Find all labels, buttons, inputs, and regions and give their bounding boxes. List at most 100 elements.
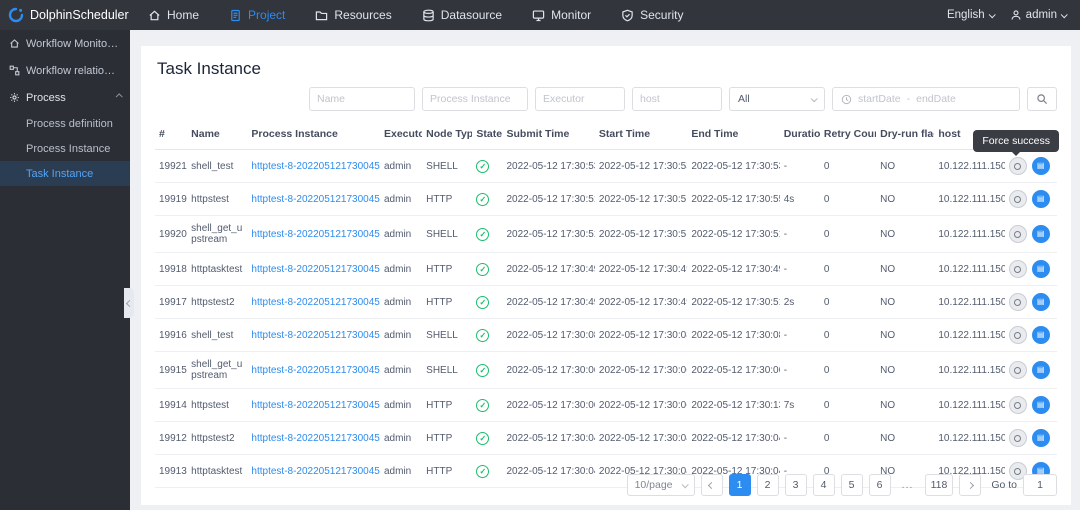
- view-log-button[interactable]: ▤: [1031, 326, 1050, 344]
- process-instance-filter-input[interactable]: [422, 87, 528, 111]
- process-instance-link[interactable]: httptest-8-20220512173004517: [247, 454, 380, 488]
- cell-state: ✓: [472, 149, 503, 183]
- nav-item-security[interactable]: Security: [621, 8, 683, 22]
- next-page-button[interactable]: [959, 474, 982, 496]
- process-instance-link[interactable]: httptest-8-20220512173004517: [247, 285, 380, 319]
- cell-end-time: 2022-05-12 17:30:06: [687, 351, 780, 389]
- cell-retry-count: 0: [819, 252, 877, 286]
- view-log-button[interactable]: ▤: [1031, 225, 1050, 243]
- force-success-button[interactable]: [1008, 260, 1027, 278]
- page-button-6[interactable]: 6: [868, 474, 891, 496]
- table-row: 19921 shell_test httptest-8-20220512173004…: [155, 149, 1057, 183]
- nav-item-resources[interactable]: Resources: [315, 8, 392, 22]
- row-operations: ▤: [1008, 157, 1050, 175]
- page-button-118[interactable]: 118: [924, 474, 954, 496]
- process-instance-link[interactable]: httptest-8-20220512173004517: [247, 318, 380, 352]
- cell-name: shell_test: [187, 318, 248, 352]
- view-log-button[interactable]: ▤: [1031, 396, 1050, 414]
- process-instance-link[interactable]: httptest-8-20220512173004517: [247, 252, 380, 286]
- sidebar-item-workflow-monitor[interactable]: Workflow Monitor - li_pr: [0, 30, 130, 57]
- user-menu[interactable]: admin: [1010, 9, 1068, 21]
- cell-end-time: 2022-05-12 17:30:51: [687, 215, 780, 253]
- row-operations: ▤: [1008, 326, 1050, 344]
- view-log-button[interactable]: ▤: [1031, 157, 1050, 175]
- goto-page-input[interactable]: [1023, 474, 1057, 496]
- sidebar-item-task-instance[interactable]: Task Instance: [0, 161, 130, 186]
- force-success-button[interactable]: [1008, 429, 1027, 447]
- topbar-right: English admin: [947, 9, 1080, 21]
- view-log-button[interactable]: ▤: [1031, 190, 1050, 208]
- nav-item-project[interactable]: Project: [229, 8, 285, 22]
- cell-end-time: 2022-05-12 17:30:13: [687, 388, 780, 422]
- cell-state: ✓: [472, 421, 503, 455]
- cell-submit-time: 2022-05-12 17:30:51: [502, 182, 595, 216]
- cell-start-time: 2022-05-12 17:30:53: [594, 149, 688, 183]
- state-filter-value: All: [738, 93, 750, 105]
- process-instance-link[interactable]: httptest-8-20220512173004517: [247, 215, 380, 253]
- sidebar-item-workflow-relationship[interactable]: Workflow relationship: [0, 57, 130, 84]
- state-filter-select[interactable]: All: [729, 87, 825, 111]
- monitor-icon: [532, 9, 545, 22]
- user-icon: [1010, 9, 1022, 21]
- nav-item-monitor[interactable]: Monitor: [532, 8, 591, 22]
- page-button-3[interactable]: 3: [784, 474, 807, 496]
- sidebar-item-process-instance[interactable]: Process Instance: [0, 136, 130, 161]
- cell-end-time: 2022-05-12 17:30:08: [687, 318, 780, 352]
- success-state-icon: ✓: [476, 464, 490, 478]
- cell-host: 10.122.111.150:123...: [934, 149, 1005, 183]
- page-ellipsis[interactable]: ...: [897, 474, 919, 496]
- executor-filter-input[interactable]: [535, 87, 625, 111]
- cell-operations: ▤: [1004, 252, 1057, 286]
- cell-host: 10.122.111.150:123...: [934, 182, 1005, 216]
- view-log-button[interactable]: ▤: [1031, 260, 1050, 278]
- nav-item-home[interactable]: Home: [148, 8, 199, 22]
- process-instance-link[interactable]: httptest-8-20220512173004517: [247, 351, 380, 389]
- process-instance-link[interactable]: httptest-8-20220512173004517: [247, 149, 380, 183]
- nav-item-datasource[interactable]: Datasource: [422, 8, 502, 22]
- end-date-placeholder: endDate: [916, 93, 956, 105]
- cell-retry-count: 0: [819, 285, 877, 319]
- date-range-picker[interactable]: startDate - endDate: [832, 87, 1020, 111]
- cell-duration: -: [779, 149, 820, 183]
- force-success-button[interactable]: [1008, 396, 1027, 414]
- cell-submit-time: 2022-05-12 17:30:53: [502, 149, 595, 183]
- force-success-button[interactable]: [1008, 293, 1027, 311]
- view-log-button[interactable]: ▤: [1031, 293, 1050, 311]
- name-filter-input[interactable]: [309, 87, 415, 111]
- cell-dry-run: NO: [876, 215, 935, 253]
- cell-end-time: 2022-05-12 17:30:04: [687, 421, 780, 455]
- page-button-2[interactable]: 2: [756, 474, 779, 496]
- page-button-5[interactable]: 5: [840, 474, 863, 496]
- sidebar-group-process[interactable]: Process: [0, 84, 130, 111]
- force-success-button[interactable]: [1008, 225, 1027, 243]
- language-switcher[interactable]: English: [947, 9, 996, 21]
- force-success-button[interactable]: [1008, 361, 1027, 379]
- view-log-button[interactable]: ▤: [1031, 429, 1050, 447]
- cell-start-time: 2022-05-12 17:30:06: [594, 351, 688, 389]
- page-button-1[interactable]: 1: [728, 474, 751, 496]
- page-button-4[interactable]: 4: [812, 474, 835, 496]
- page-size-select[interactable]: 10/page: [626, 474, 695, 496]
- cell-start-time: 2022-05-12 17:30:04: [594, 421, 688, 455]
- view-log-button[interactable]: ▤: [1031, 361, 1050, 379]
- host-filter-input[interactable]: [632, 87, 722, 111]
- search-button[interactable]: [1027, 87, 1057, 111]
- force-success-button[interactable]: [1008, 157, 1027, 175]
- prev-page-button[interactable]: [700, 474, 723, 496]
- process-instance-link[interactable]: httptest-8-20220512173004517: [247, 388, 380, 422]
- force-success-button[interactable]: [1008, 326, 1027, 344]
- cell-operations: ▤: [1004, 351, 1057, 389]
- force-success-button[interactable]: [1008, 190, 1027, 208]
- nav-label: Datasource: [440, 8, 503, 22]
- sidebar-item-process-definition[interactable]: Process definition: [0, 111, 130, 136]
- cell-dry-run: NO: [876, 318, 935, 352]
- process-instance-link[interactable]: httptest-8-20220512173004517: [247, 421, 380, 455]
- cell-host: 10.122.111.150:123...: [934, 252, 1005, 286]
- cell-operations: ▤: [1004, 318, 1057, 352]
- cell-executor: admin: [379, 454, 423, 488]
- sidebar-collapse-handle[interactable]: [124, 288, 134, 318]
- cell-host: 10.122.111.150:123...: [934, 285, 1005, 319]
- process-instance-link[interactable]: httptest-8-20220512173004517: [247, 182, 380, 216]
- search-icon: [1036, 93, 1048, 105]
- nav-label: Project: [248, 8, 286, 22]
